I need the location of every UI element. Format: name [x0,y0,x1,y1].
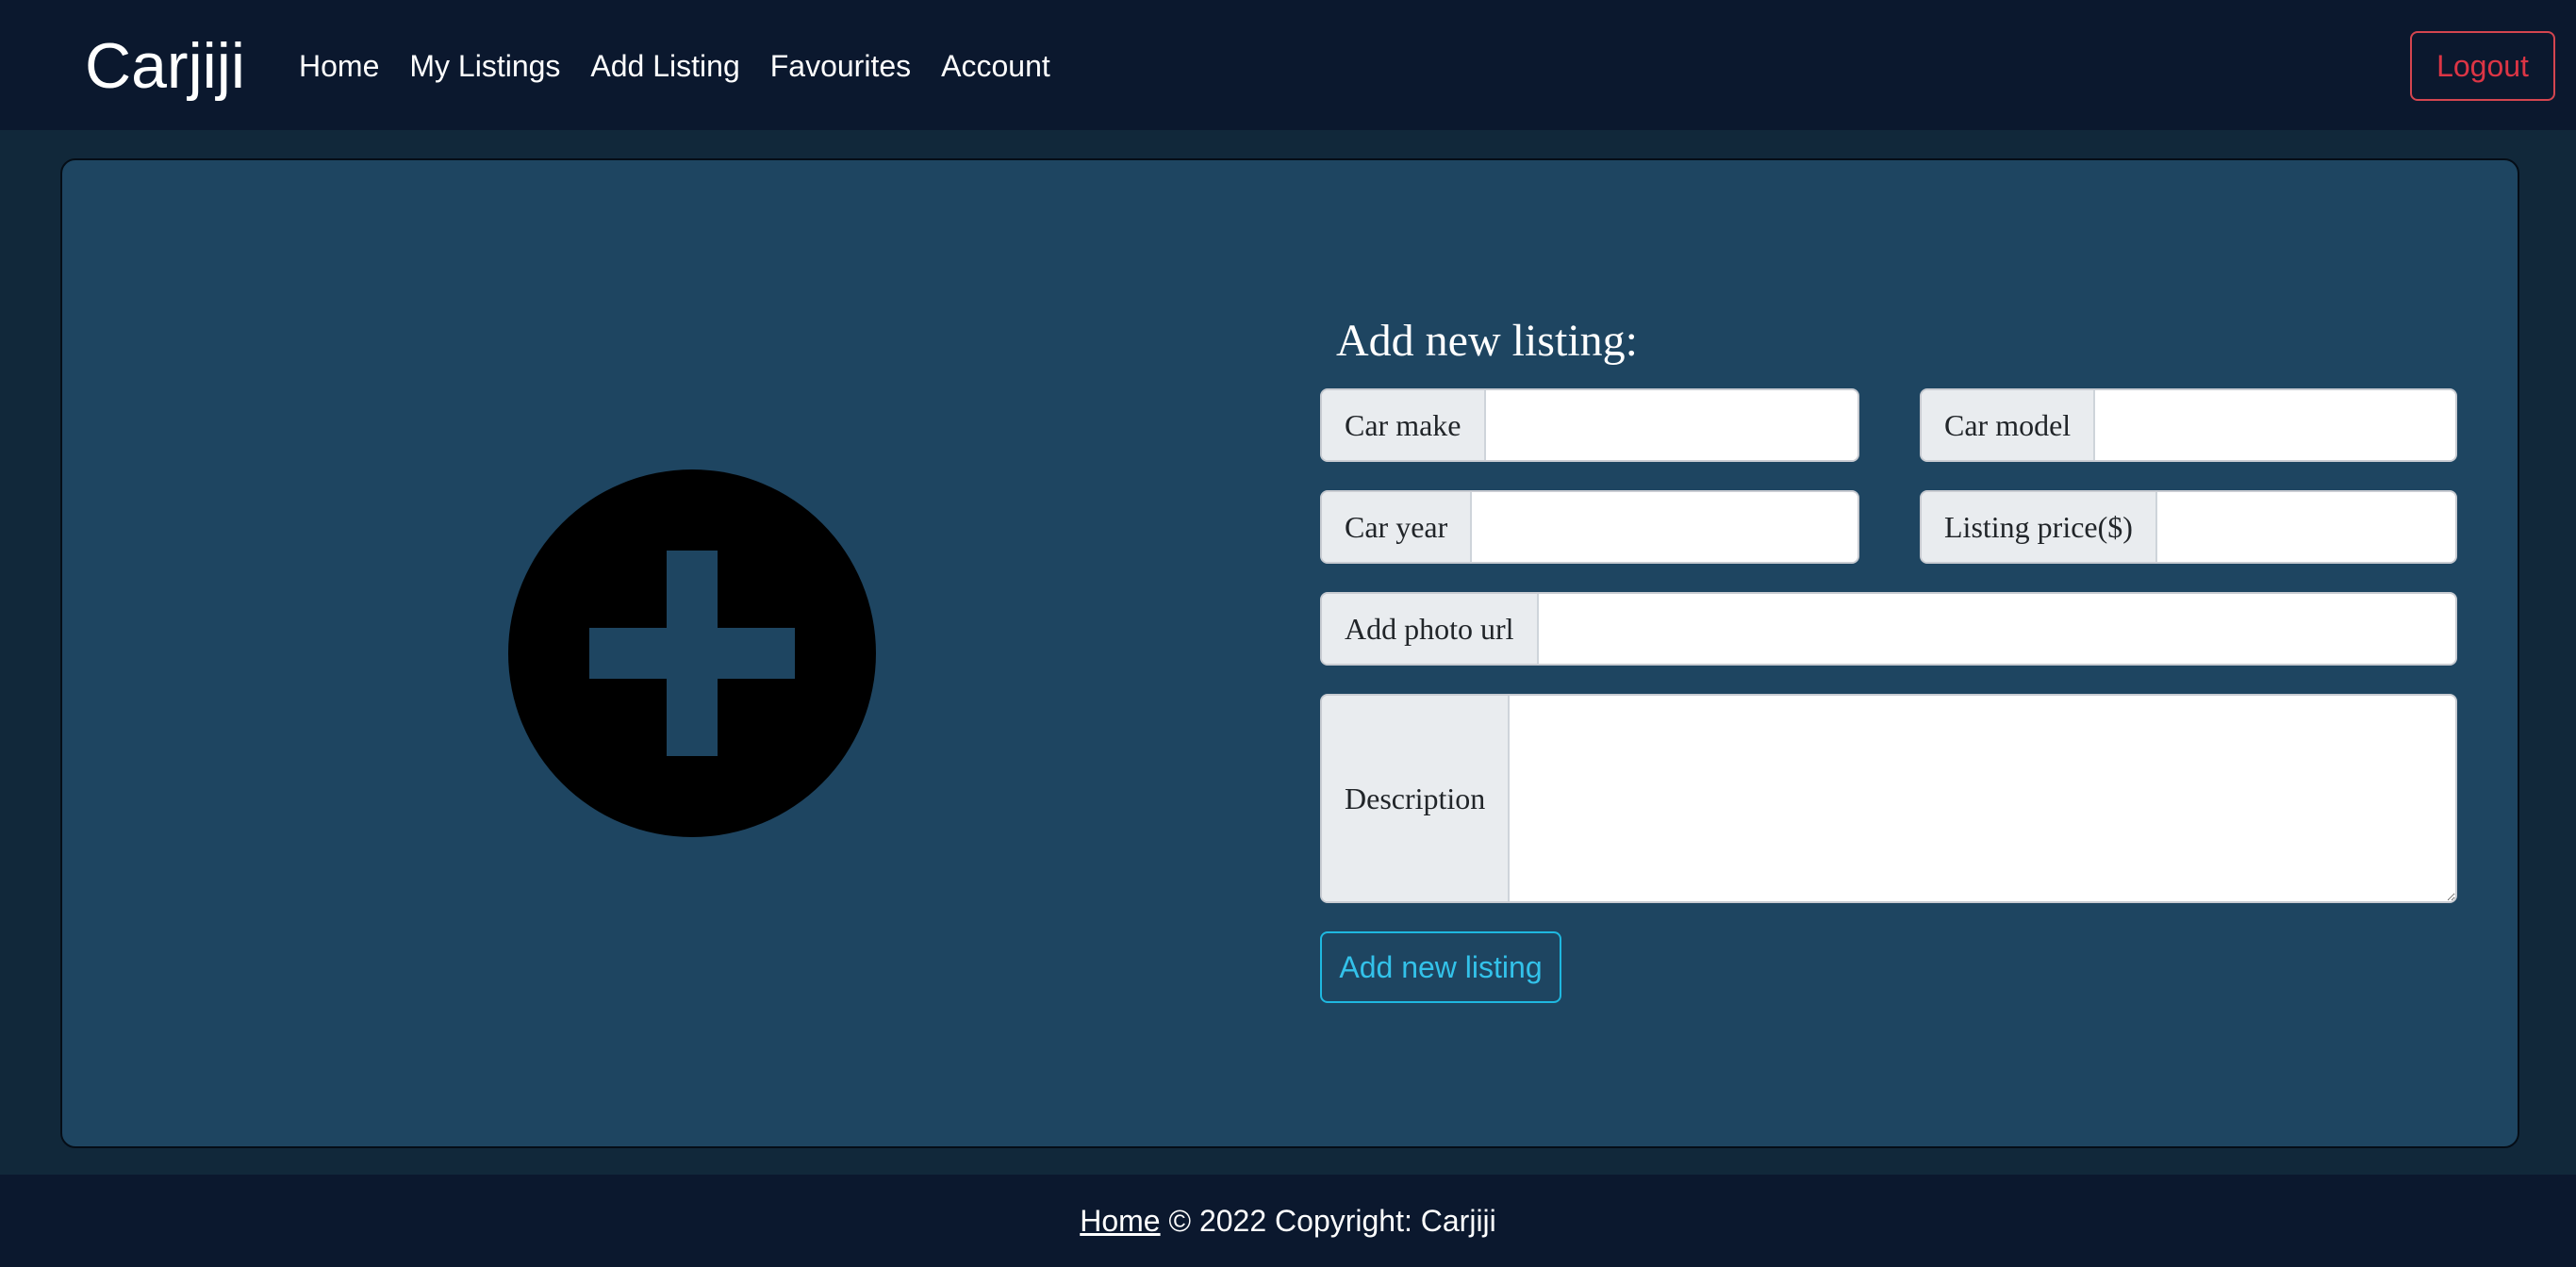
description-textarea[interactable] [1510,696,2455,901]
add-listing-submit-button[interactable]: Add new listing [1320,931,1561,1003]
nav-item-add-listing[interactable]: Add Listing [575,41,754,90]
nav-item-account[interactable]: Account [926,41,1065,90]
plus-horizontal-bar [589,628,795,679]
nav-item-favourites[interactable]: Favourites [755,41,926,90]
car-year-label: Car year [1322,492,1473,562]
car-make-label: Car make [1322,390,1486,460]
nav-item-my-listings[interactable]: My Listings [394,41,575,90]
add-listing-card: Add new listing: Car make Car model Car … [60,158,2519,1148]
footer-copyright: © 2022 Copyright: Carjiji [1160,1203,1496,1238]
footer-home-link[interactable]: Home [1080,1204,1160,1239]
navbar: Carjiji Home My Listings Add Listing Fav… [0,0,2576,130]
car-model-label: Car model [1922,390,2096,460]
listing-price-input[interactable] [2156,492,2455,562]
footer: Home © 2022 Copyright: Carjiji [0,1175,2576,1267]
car-model-input[interactable] [2095,390,2455,460]
nav-item-home[interactable]: Home [299,41,394,90]
photo-url-label: Add photo url [1322,594,1539,664]
logout-button[interactable]: Logout [2410,31,2555,101]
car-model-group: Car model [1920,388,2457,462]
photo-url-group: Add photo url [1320,592,2457,666]
photo-url-input[interactable] [1538,594,2455,664]
car-make-group: Car make [1320,388,1859,462]
form-title: Add new listing: [1336,316,1638,366]
listing-price-group: Listing price($) [1920,490,2457,564]
nav-links: Home My Listings Add Listing Favourites … [299,41,1065,90]
car-make-input[interactable] [1485,390,1858,460]
brand-logo[interactable]: Carjiji [85,26,245,106]
plus-circle-icon [508,469,876,837]
description-label: Description [1322,696,1511,901]
car-year-group: Car year [1320,490,1859,564]
description-group: Description [1320,694,2457,903]
listing-price-label: Listing price($) [1922,492,2157,562]
car-year-input[interactable] [1472,492,1858,562]
